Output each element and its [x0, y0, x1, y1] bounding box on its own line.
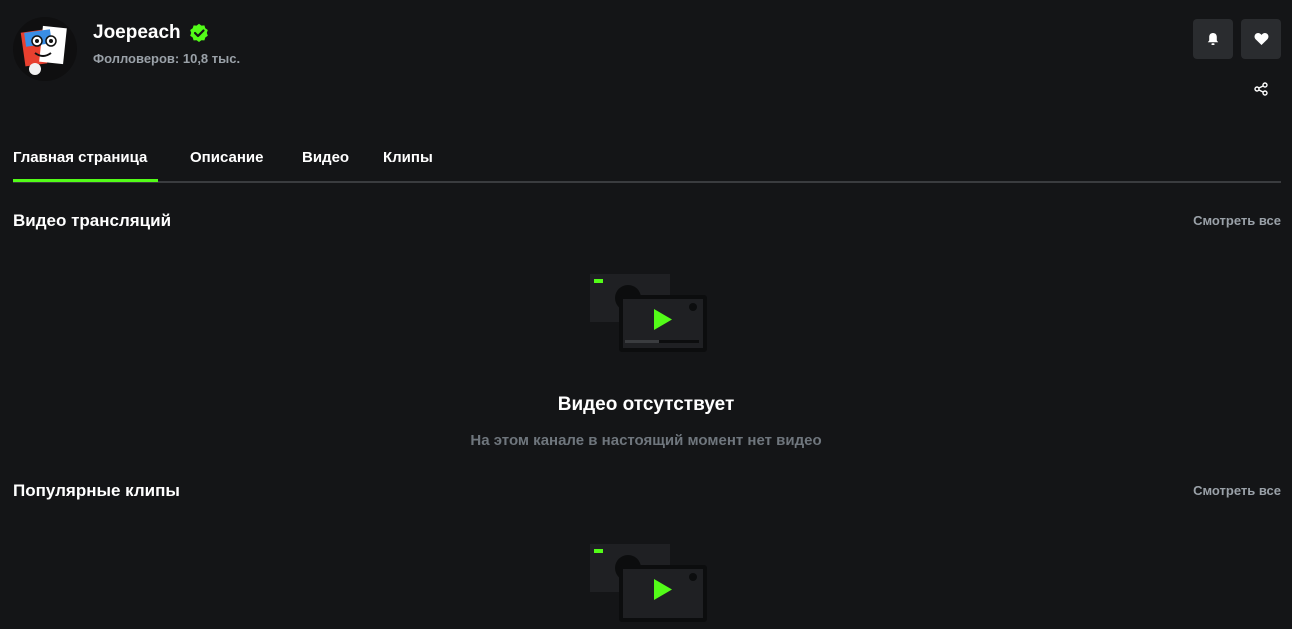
- share-icon: [1254, 82, 1268, 96]
- share-button[interactable]: [1251, 79, 1271, 99]
- channel-name[interactable]: Joepeach: [93, 22, 181, 44]
- empty-clips-icon: [590, 544, 708, 624]
- tab-home[interactable]: Главная страница: [13, 149, 147, 166]
- followers-count: Фолловеров: 10,8 тыс.: [93, 51, 241, 66]
- verified-badge-icon: [189, 23, 209, 43]
- channel-tabs: Главная страница Описание Видео Клипы: [13, 138, 1281, 183]
- tab-videos[interactable]: Видео: [302, 149, 349, 166]
- see-all-stream-videos-link[interactable]: Смотреть все: [1193, 213, 1281, 228]
- active-tab-indicator: [13, 179, 158, 182]
- section-title-stream-videos: Видео трансляций: [13, 211, 172, 230]
- empty-video-icon: [590, 274, 708, 354]
- bell-icon: [1207, 33, 1219, 45]
- tab-clips[interactable]: Клипы: [383, 149, 433, 166]
- heart-icon: [1254, 32, 1268, 45]
- channel-avatar[interactable]: [13, 17, 77, 81]
- empty-state-subtitle: На этом канале в настоящий момент нет ви…: [470, 432, 822, 449]
- tab-about[interactable]: Описание: [190, 149, 263, 166]
- notifications-button[interactable]: [1193, 19, 1233, 59]
- channel-name-row: Joepeach: [93, 22, 209, 44]
- section-title-popular-clips: Популярные клипы: [13, 481, 180, 500]
- empty-state-title: Видео отсутствует: [557, 394, 735, 415]
- channel-header: Joepeach Фолловеров: 10,8 тыс.: [0, 0, 1292, 110]
- follow-button[interactable]: [1241, 19, 1281, 59]
- see-all-popular-clips-link[interactable]: Смотреть все: [1193, 483, 1281, 498]
